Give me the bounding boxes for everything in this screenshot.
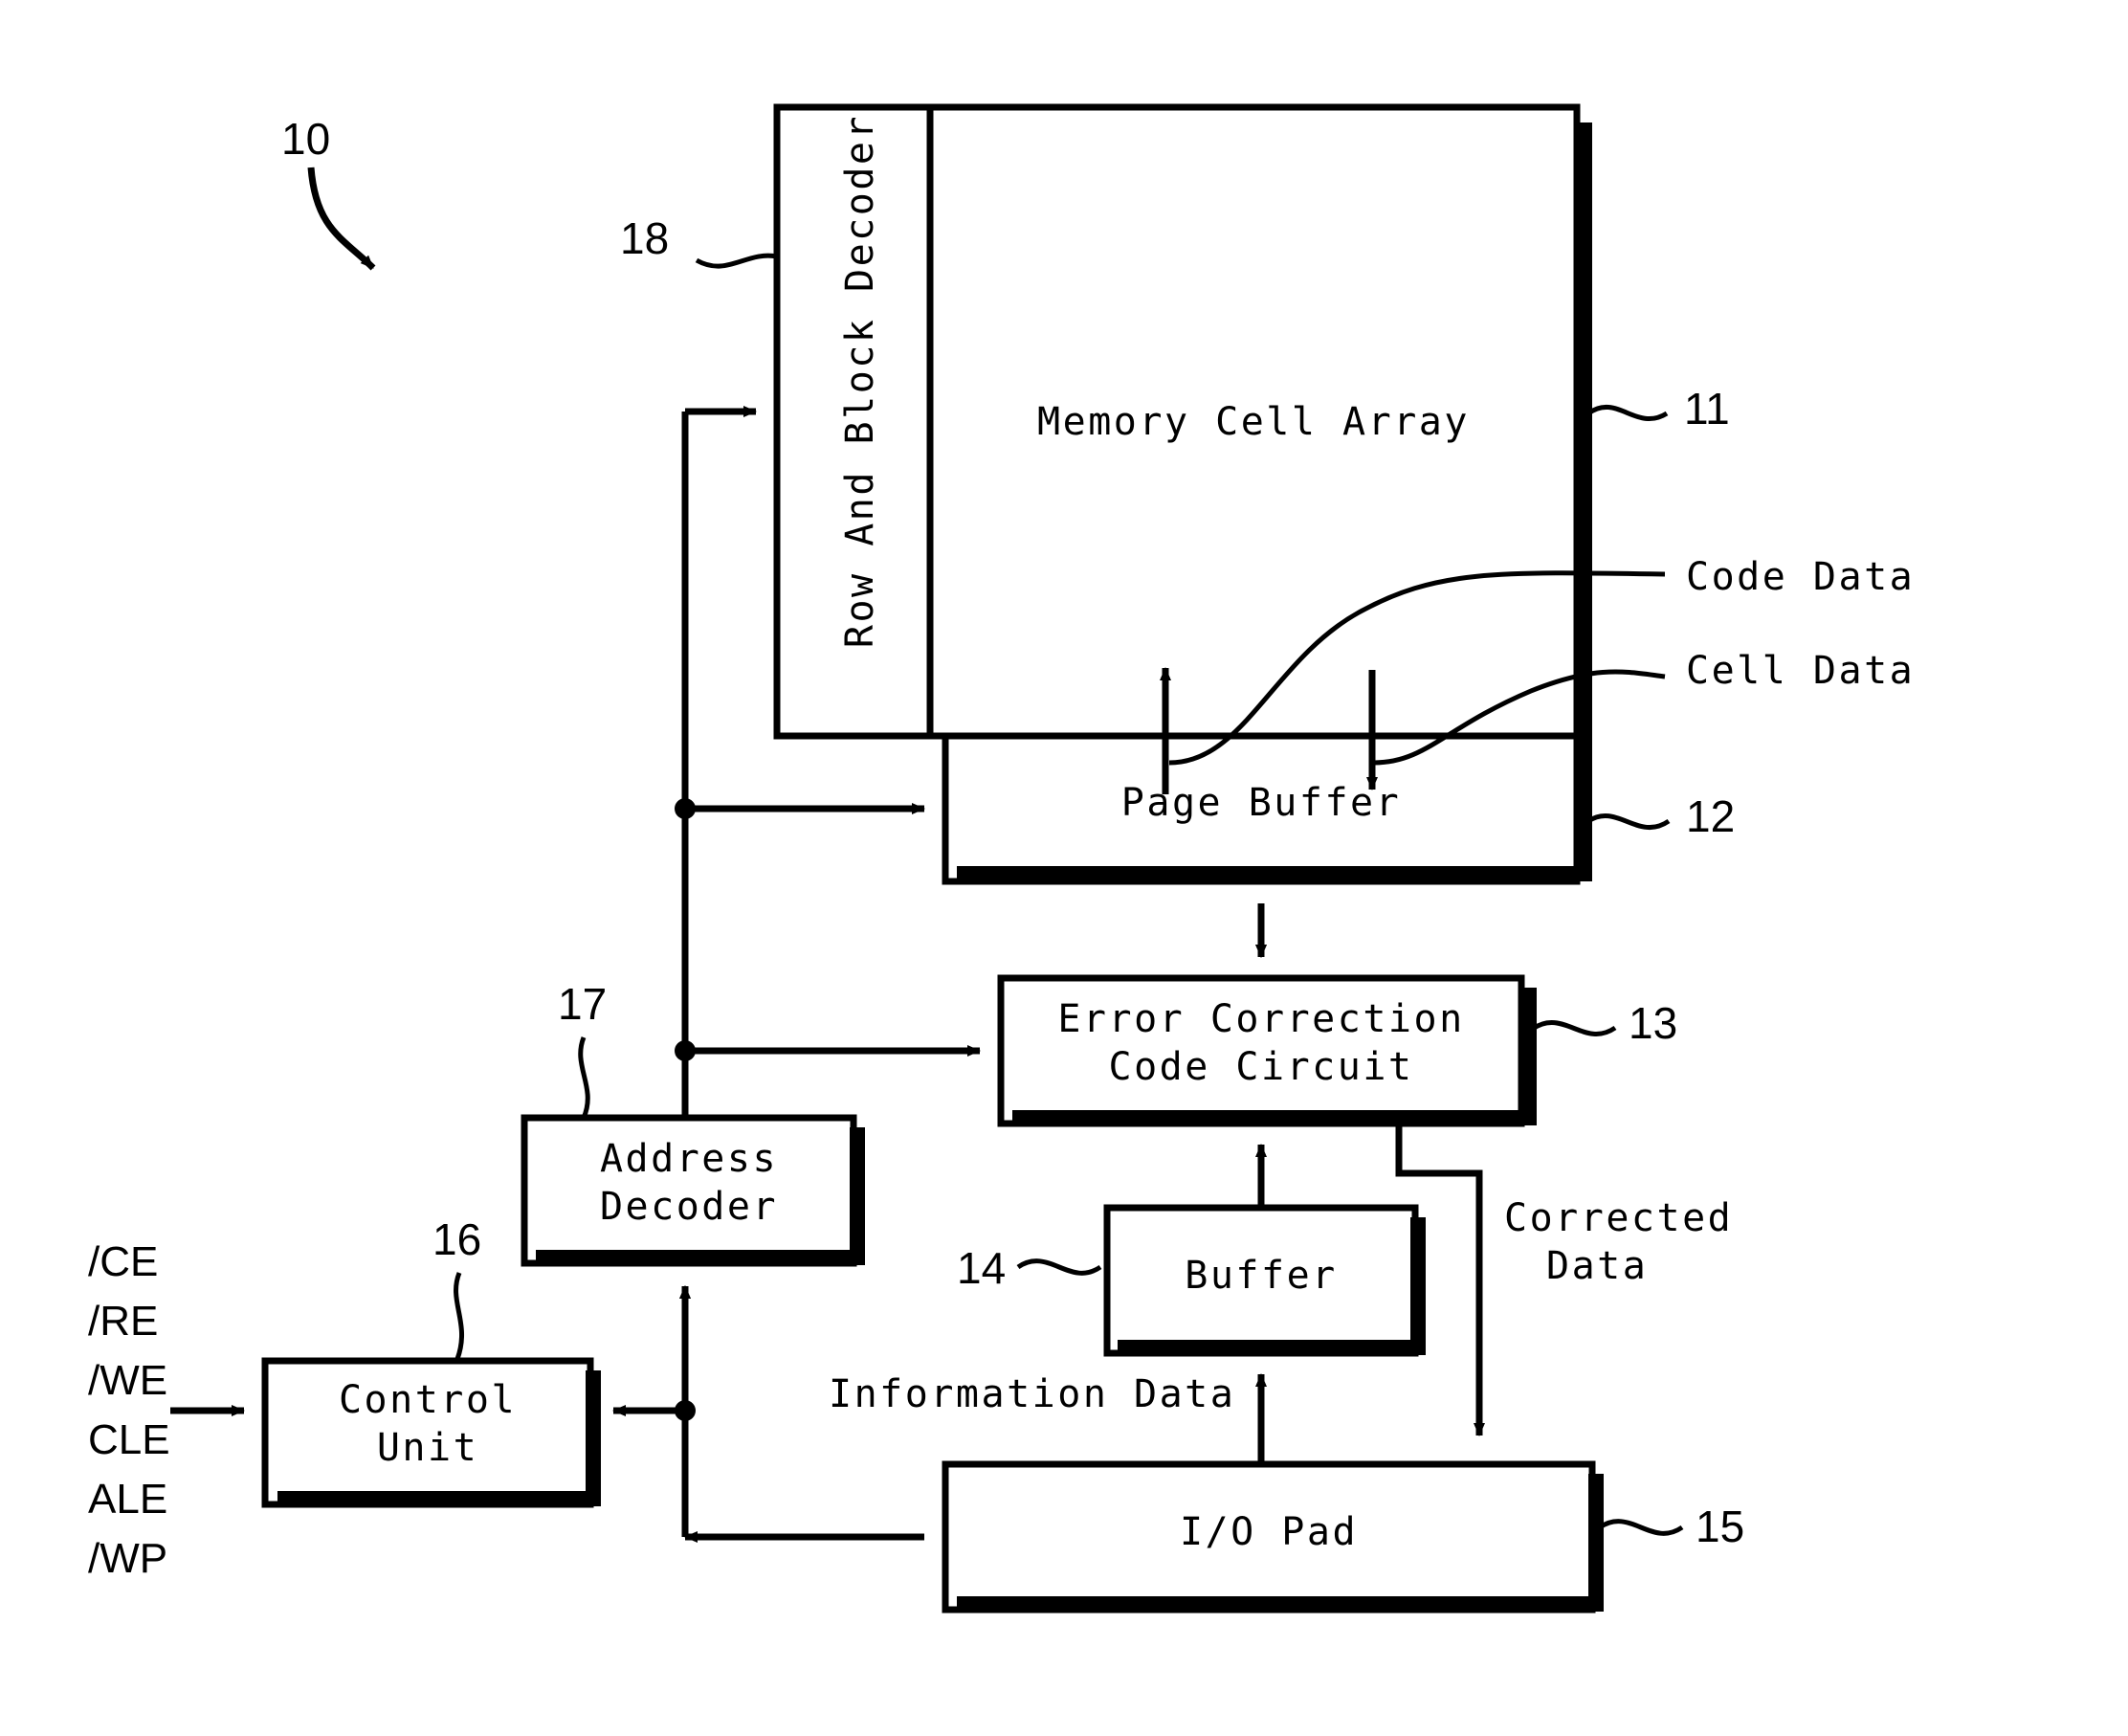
ref-numeral-11: 11 [1684,384,1730,434]
signal-we: /WE [88,1357,168,1404]
page-buffer-label: Page Buffer [1120,781,1402,825]
diagram-lines-layer [170,103,1684,1614]
cell-data-leader [1373,669,1666,766]
ecc-circuit-label-line1: Error Correction [1057,997,1465,1041]
junction-dot-ecc [675,1040,696,1061]
buffer-label: Buffer [1185,1254,1338,1298]
ref-numeral-17: 17 [558,979,608,1029]
memory-cell-array-label: Memory Cell Array [1037,400,1470,444]
corrected-data-label-line2: Data [1546,1244,1649,1288]
address-decoder-label-line2: Decoder [599,1185,779,1229]
ref-15-leader [1598,1519,1684,1536]
ref-11-leader [1586,405,1669,421]
corrected-data-label-line1: Corrected [1504,1196,1734,1240]
ref-17-leader [578,1036,590,1119]
connection-lines [170,406,1485,1543]
ref-numeral-14: 14 [957,1243,1007,1293]
address-decoder-label-line1: Address [599,1137,779,1181]
ref-10-leader [307,167,376,271]
control-unit-label-line1: Control [338,1378,518,1422]
cell-data-label: Cell Data [1686,649,1916,693]
ref-18-leader [695,253,778,269]
ref-numeral-18: 18 [620,213,670,263]
signal-ale: ALE [88,1476,168,1523]
ref-numeral-10: 10 [281,114,331,164]
signal-re: /RE [88,1298,159,1345]
information-data-label: Information Data [829,1372,1236,1416]
code-data-label: Code Data [1686,555,1916,599]
ref-12-leader [1586,813,1671,830]
ref-13-leader [1531,1020,1617,1036]
signal-ce: /CE [88,1238,159,1285]
ref-numeral-13: 13 [1629,998,1678,1048]
ref-numeral-15: 15 [1696,1502,1745,1551]
control-unit-label-line2: Unit [376,1426,479,1470]
io-pad-label: I/O Pad [1179,1510,1359,1554]
ref-16-leader [454,1272,464,1360]
ref-numeral-16: 16 [432,1214,482,1264]
row-block-decoder-label: Row And Block Decoder [838,113,882,649]
ref-14-leader [1016,1258,1102,1276]
ecc-circuit-label-line2: Code Circuit [1108,1045,1414,1089]
junction-dot-control [675,1400,696,1421]
signal-wp: /WP [88,1535,168,1582]
junction-dot-page-buffer [675,798,696,819]
figure-canvas: 10 Row And Block Decoder 18 Memory Cell … [0,0,2128,1736]
signal-cle: CLE [88,1416,170,1463]
ref-numeral-12: 12 [1686,791,1736,841]
